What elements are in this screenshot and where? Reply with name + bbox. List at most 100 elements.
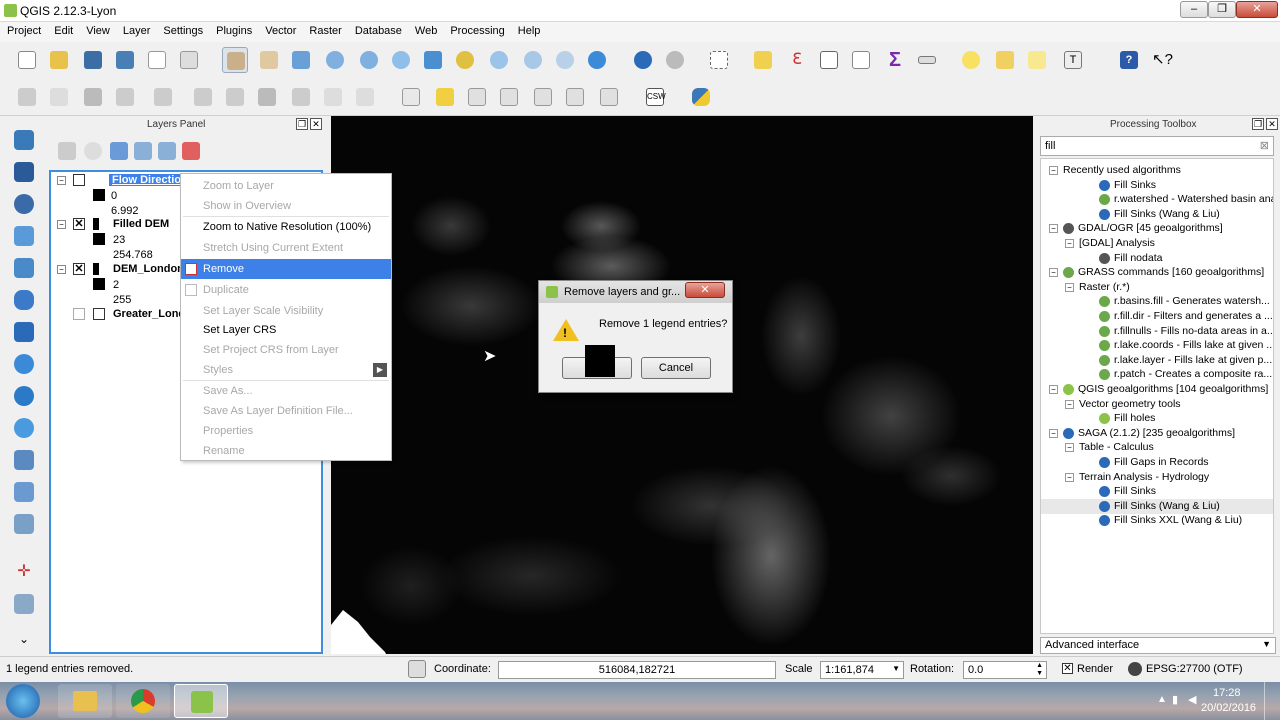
add-vector-layer-button[interactable] — [12, 128, 36, 152]
add-gpx-button[interactable]: ✛ — [12, 560, 36, 584]
cancel-button[interactable]: Cancel — [641, 357, 711, 379]
menu-vector[interactable]: Vector — [258, 22, 302, 37]
tree-expander-icon[interactable]: − — [1065, 282, 1074, 292]
collapse-all-button[interactable] — [154, 138, 180, 164]
select-features-button[interactable] — [706, 47, 732, 73]
algorithm-item[interactable]: Fill Sinks — [1041, 484, 1273, 499]
algorithm-item[interactable]: r.fill.dir - Filters and generates a ... — [1041, 309, 1273, 324]
tree-expander-icon[interactable]: − — [1049, 268, 1058, 278]
layer-checkbox-filled-dem[interactable]: ✕ — [73, 218, 85, 230]
algorithm-item[interactable]: r.lake.coords - Fills lake at given ... — [1041, 338, 1273, 353]
pan-map-button[interactable] — [222, 47, 248, 73]
sum-button[interactable]: Σ — [882, 47, 908, 73]
provider-group[interactable]: − Terrain Analysis - Hydrology — [1041, 470, 1273, 485]
zoom-full-button[interactable] — [420, 47, 446, 73]
coordinate-field[interactable]: 516084,182721 — [498, 661, 776, 679]
layer-name-dem-london[interactable]: DEM_London — [113, 263, 184, 275]
algorithm-item[interactable]: r.watershed - Watershed basin analy... — [1041, 192, 1273, 207]
menu-item-save-as[interactable]: Save As... — [181, 381, 391, 401]
float-toolbox-button[interactable]: ❐ — [1252, 118, 1264, 130]
remove-layer-button[interactable] — [178, 138, 204, 164]
layer-checkbox-greater-london[interactable] — [73, 308, 85, 320]
add-group-button[interactable] — [54, 138, 80, 164]
provider-group[interactable]: − Vector geometry tools — [1041, 397, 1273, 412]
rotation-spinbox[interactable]: 0.0 ▲ ▼ — [963, 661, 1047, 679]
provider-group[interactable]: − Raster (r.*) — [1041, 280, 1273, 295]
menu-database[interactable]: Database — [348, 22, 408, 37]
qgis-taskbar-button[interactable] — [174, 684, 228, 718]
float-panel-button[interactable]: ❐ — [296, 118, 308, 130]
new-print-composer-button[interactable] — [144, 47, 170, 73]
layer-name-filled-dem[interactable]: Filled DEM — [113, 218, 169, 230]
menu-settings[interactable]: Settings — [156, 22, 209, 37]
layer-expander[interactable]: − — [57, 265, 66, 274]
zoom-actual-size-button[interactable] — [388, 47, 414, 73]
provider-group[interactable]: − [GDAL] Analysis — [1041, 236, 1273, 251]
map-tips-button[interactable] — [958, 47, 984, 73]
copy-features-button[interactable] — [320, 84, 346, 110]
zoom-in-button[interactable] — [322, 47, 348, 73]
csw-button[interactable]: CSW — [642, 84, 668, 110]
menu-processing[interactable]: Processing — [443, 22, 510, 37]
tree-expander-icon[interactable]: − — [1065, 472, 1074, 482]
pan-to-selection-button[interactable] — [288, 47, 314, 73]
volume-icon[interactable]: ◀ — [1188, 693, 1196, 706]
statistics-button[interactable] — [848, 47, 874, 73]
algorithm-item[interactable]: Fill Sinks (Wang & Liu) — [1041, 207, 1273, 222]
provider-group[interactable]: − Table - Calculus — [1041, 440, 1273, 455]
algorithm-item[interactable]: Fill nodata — [1041, 251, 1273, 266]
add-wfs-layer-button[interactable] — [12, 416, 36, 440]
attribute-table-button[interactable] — [816, 47, 842, 73]
menu-item-properties[interactable]: Properties — [181, 421, 391, 441]
layer-name-flow-direction[interactable]: Flow Direction — [109, 174, 191, 186]
menu-item-set-project-crs[interactable]: Set Project CRS from Layer — [181, 340, 391, 360]
menu-item-duplicate[interactable]: Duplicate — [181, 280, 391, 300]
menu-item-zoom-native[interactable]: Zoom to Native Resolution (100%) — [181, 217, 391, 237]
layer-expander[interactable]: − — [57, 220, 66, 229]
tree-expander-icon[interactable]: − — [1049, 385, 1058, 394]
add-spatialite-layer-button[interactable] — [12, 224, 36, 248]
menu-web[interactable]: Web — [408, 22, 443, 37]
menu-help[interactable]: Help — [511, 22, 547, 37]
menu-item-save-layer-definition[interactable]: Save As Layer Definition File... — [181, 401, 391, 421]
menu-raster[interactable]: Raster — [302, 22, 347, 37]
menu-edit[interactable]: Edit — [47, 22, 79, 37]
move-label-button[interactable] — [530, 84, 556, 110]
refresh-button[interactable] — [584, 47, 610, 73]
identify-button[interactable] — [630, 47, 656, 73]
menu-view[interactable]: View — [79, 22, 116, 37]
move-feature-button[interactable] — [150, 84, 176, 110]
help-contents-button[interactable]: ? — [1116, 47, 1142, 73]
add-wms-layer-button[interactable] — [12, 352, 36, 376]
cut-features-button[interactable] — [288, 84, 314, 110]
python-console-button[interactable] — [688, 84, 714, 110]
algorithm-item[interactable]: r.fillnulls - Fills no-data areas in a..… — [1041, 324, 1273, 339]
layer-expander[interactable]: − — [57, 176, 66, 185]
tray-chevron-icon[interactable]: ▲ — [1157, 694, 1167, 705]
menu-item-stretch-extent[interactable]: Stretch Using Current Extent — [181, 238, 391, 258]
tree-expander-icon[interactable]: − — [1049, 428, 1058, 438]
pin-label-button[interactable] — [464, 84, 490, 110]
algorithm-item[interactable]: r.basins.fill - Generates watersh... — [1041, 294, 1273, 309]
interface-mode-select[interactable]: Advanced interface ▼ — [1040, 637, 1276, 654]
clear-search-icon[interactable]: ⊠ — [1260, 139, 1269, 152]
menu-item-rename[interactable]: Rename — [181, 441, 391, 461]
highlight-label-button[interactable] — [432, 84, 458, 110]
new-spatialite-button[interactable] — [12, 512, 36, 536]
provider-group[interactable]: − SAGA (2.1.2) [235 geoalgorithms] — [1041, 426, 1273, 441]
new-bookmark-button[interactable] — [992, 47, 1018, 73]
close-button[interactable]: ✕ — [1236, 1, 1278, 18]
add-postgis-layer-button[interactable] — [12, 192, 36, 216]
algorithm-item[interactable]: Fill Gaps in Records — [1041, 455, 1273, 470]
save-project-button[interactable] — [80, 47, 106, 73]
provider-group[interactable]: − QGIS geoalgorithms [104 geoalgorithms] — [1041, 382, 1273, 397]
new-project-button[interactable] — [14, 47, 40, 73]
minimize-button[interactable]: – — [1180, 1, 1208, 18]
trash-button[interactable] — [254, 84, 280, 110]
crs-status[interactable]: EPSG:27700 (OTF) — [1146, 663, 1243, 675]
add-mssql-layer-button[interactable] — [12, 256, 36, 280]
menu-layer[interactable]: Layer — [116, 22, 157, 37]
new-shapefile-button[interactable] — [12, 480, 36, 504]
add-oracle-layer-button[interactable] — [12, 288, 36, 312]
menu-item-zoom-to-layer[interactable]: Zoom to Layer — [181, 176, 391, 196]
